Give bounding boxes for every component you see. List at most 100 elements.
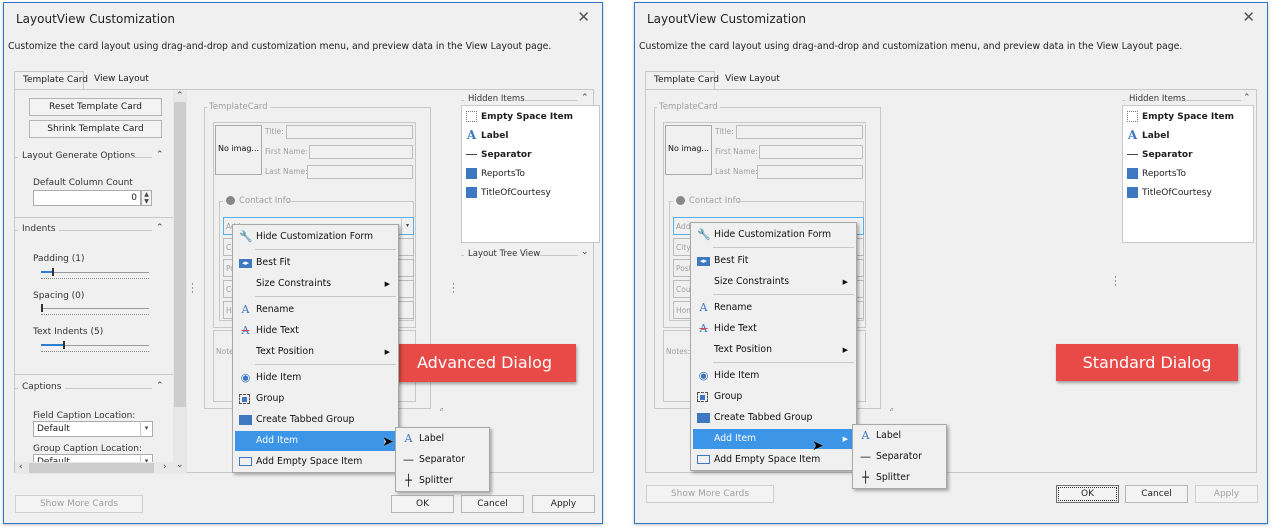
scroll-up-icon[interactable]: ⌃ xyxy=(176,91,184,101)
menu-item-add-item[interactable]: Add Item ▶ xyxy=(235,431,396,451)
last-name-field[interactable] xyxy=(307,165,413,179)
submenu-arrow-icon: ▶ xyxy=(842,346,848,354)
group-icon xyxy=(239,394,250,404)
hidden-item[interactable]: Separator xyxy=(1127,146,1193,164)
title-field[interactable] xyxy=(736,125,863,139)
dropdown-arrow-icon[interactable]: ▾ xyxy=(401,218,413,234)
resize-grip-icon[interactable]: ⠴ xyxy=(439,407,443,413)
menu-item-size-constraints[interactable]: Size Constraints ▶ xyxy=(235,274,396,294)
submenu-item-separator[interactable]: — Separator xyxy=(855,447,944,467)
reset-template-card-button[interactable]: Reset Template Card xyxy=(29,98,162,116)
menu-item-hide-item[interactable]: ◉ Hide Item xyxy=(235,368,396,388)
splitter-grip-icon[interactable]: · · · xyxy=(452,281,456,298)
field-icon xyxy=(466,168,477,179)
collapse-chevron-icon[interactable]: ⌃ xyxy=(156,150,164,160)
resize-grip-icon[interactable]: ⠴ xyxy=(889,407,893,413)
indents-header: Indents xyxy=(22,224,56,234)
best-fit-icon: ◂▸ xyxy=(239,259,252,268)
tab-template-card[interactable]: Template Card xyxy=(645,71,719,90)
splitter-grip-icon[interactable]: · · · xyxy=(191,281,195,298)
dropdown-arrow-icon[interactable]: ▾ xyxy=(140,421,152,437)
menu-item-create-tabbed-group[interactable]: Create Tabbed Group xyxy=(693,408,854,428)
field-icon xyxy=(1127,168,1138,179)
hidden-item[interactable]: ReportsTo xyxy=(1127,165,1186,183)
hidden-item[interactable]: A Label xyxy=(1127,127,1170,145)
scroll-down-icon[interactable]: ⌄ xyxy=(176,460,184,470)
close-icon[interactable]: ✕ xyxy=(1242,8,1255,26)
first-name-field[interactable] xyxy=(759,145,863,159)
scroll-thumb[interactable] xyxy=(29,463,154,473)
menu-item-rename[interactable]: A Rename xyxy=(235,300,396,320)
menu-item-add-empty-space-item[interactable]: Add Empty Space Item xyxy=(693,450,854,470)
menu-item-hide-text[interactable]: A Hide Text xyxy=(235,321,396,341)
apply-button[interactable]: Apply xyxy=(532,495,595,513)
column-count-spinner[interactable]: ▲ ▼ xyxy=(141,190,152,206)
title-field[interactable] xyxy=(286,125,413,139)
image-placeholder[interactable]: No imag... xyxy=(215,125,262,175)
submenu-item-splitter[interactable]: ┼ Splitter xyxy=(398,471,487,491)
mouse-cursor-icon: ➤ xyxy=(812,438,824,454)
hidden-item[interactable]: Separator xyxy=(466,146,532,164)
tab-template-card[interactable]: Template Card xyxy=(14,71,88,90)
submenu-item-splitter[interactable]: ┼ Splitter xyxy=(855,468,944,488)
left-panel-vscrollbar[interactable]: ⌃ ⌄ xyxy=(173,90,187,474)
close-icon[interactable]: ✕ xyxy=(577,8,590,26)
captions-header: Captions xyxy=(22,382,62,392)
hidden-item[interactable]: TitleOfCourtesy xyxy=(466,184,551,202)
cancel-button[interactable]: Cancel xyxy=(1125,485,1188,503)
menu-item-best-fit[interactable]: ◂▸ Best Fit xyxy=(693,251,854,271)
dialog-title: LayoutView Customization xyxy=(647,12,807,26)
tab-view-layout[interactable]: View Layout xyxy=(717,71,788,89)
image-placeholder[interactable]: No imag... xyxy=(665,125,712,175)
field-label-last-name: Last Name: xyxy=(715,167,758,176)
tab-view-layout[interactable]: View Layout xyxy=(86,71,157,89)
show-more-cards-button[interactable]: Show More Cards xyxy=(15,495,143,513)
expand-chevron-icon[interactable]: ⌄ xyxy=(581,247,589,257)
submenu-item-label[interactable]: A Label xyxy=(398,429,487,449)
menu-item-rename[interactable]: A Rename xyxy=(693,298,854,318)
field-label-first-name: First Name: xyxy=(265,147,308,156)
ok-button[interactable]: OK xyxy=(391,495,454,513)
hidden-item[interactable]: ReportsTo xyxy=(466,165,525,183)
hidden-item[interactable]: TitleOfCourtesy xyxy=(1127,184,1212,202)
scroll-left-icon[interactable]: ‹ xyxy=(19,462,23,472)
collapse-chevron-icon[interactable]: ⌃ xyxy=(156,381,164,391)
hidden-item[interactable]: Empty Space Item xyxy=(466,108,573,126)
scroll-thumb[interactable] xyxy=(174,102,186,407)
menu-item-hide-text[interactable]: A Hide Text xyxy=(693,319,854,339)
scroll-right-icon[interactable]: › xyxy=(163,462,167,472)
submenu-item-separator[interactable]: — Separator xyxy=(398,450,487,470)
last-name-field[interactable] xyxy=(757,165,863,179)
hidden-item[interactable]: Empty Space Item xyxy=(1127,108,1234,126)
empty-space-icon xyxy=(1127,111,1138,122)
menu-item-group[interactable]: Group xyxy=(235,389,396,409)
menu-item-add-empty-space-item[interactable]: Add Empty Space Item xyxy=(235,452,396,472)
cancel-button[interactable]: Cancel xyxy=(461,495,524,513)
default-column-count-input[interactable]: 0 xyxy=(33,190,141,206)
collapse-chevron-icon[interactable]: ⌃ xyxy=(1243,93,1251,103)
first-name-field[interactable] xyxy=(309,145,413,159)
hidden-item[interactable]: A Label xyxy=(466,127,509,145)
apply-button[interactable]: Apply xyxy=(1195,485,1258,503)
submenu-item-label[interactable]: A Label xyxy=(855,426,944,446)
menu-item-hide-customization-form[interactable]: 🔧 Hide Customization Form xyxy=(693,225,854,245)
menu-item-best-fit[interactable]: ◂▸ Best Fit xyxy=(235,253,396,273)
menu-item-size-constraints[interactable]: Size Constraints ▶ xyxy=(693,272,854,292)
menu-item-create-tabbed-group[interactable]: Create Tabbed Group xyxy=(235,410,396,430)
menu-item-text-position[interactable]: Text Position ▶ xyxy=(235,342,396,362)
show-more-cards-button[interactable]: Show More Cards xyxy=(646,485,774,503)
menu-item-text-position[interactable]: Text Position ▶ xyxy=(693,340,854,360)
menu-item-group[interactable]: Group xyxy=(693,387,854,407)
image-placeholder-text: No imag... xyxy=(218,144,260,153)
shrink-template-card-button[interactable]: Shrink Template Card xyxy=(29,120,162,138)
ok-button[interactable]: OK xyxy=(1056,485,1119,503)
splitter-grip-icon[interactable]: · · · xyxy=(1114,274,1118,291)
collapse-chevron-icon[interactable]: ⌃ xyxy=(581,93,589,103)
menu-item-add-item[interactable]: Add Item ▶ xyxy=(693,429,854,449)
menu-item-hide-customization-form[interactable]: 🔧 Hide Customization Form xyxy=(235,227,396,247)
menu-item-hide-item[interactable]: ◉ Hide Item xyxy=(693,366,854,386)
collapse-chevron-icon[interactable]: ⌃ xyxy=(156,223,164,233)
field-caption-location-select[interactable]: Default ▾ xyxy=(33,421,153,437)
left-panel-hscrollbar[interactable]: ‹ › xyxy=(15,462,173,474)
layout-tree-view-header: Layout Tree View xyxy=(468,249,541,259)
